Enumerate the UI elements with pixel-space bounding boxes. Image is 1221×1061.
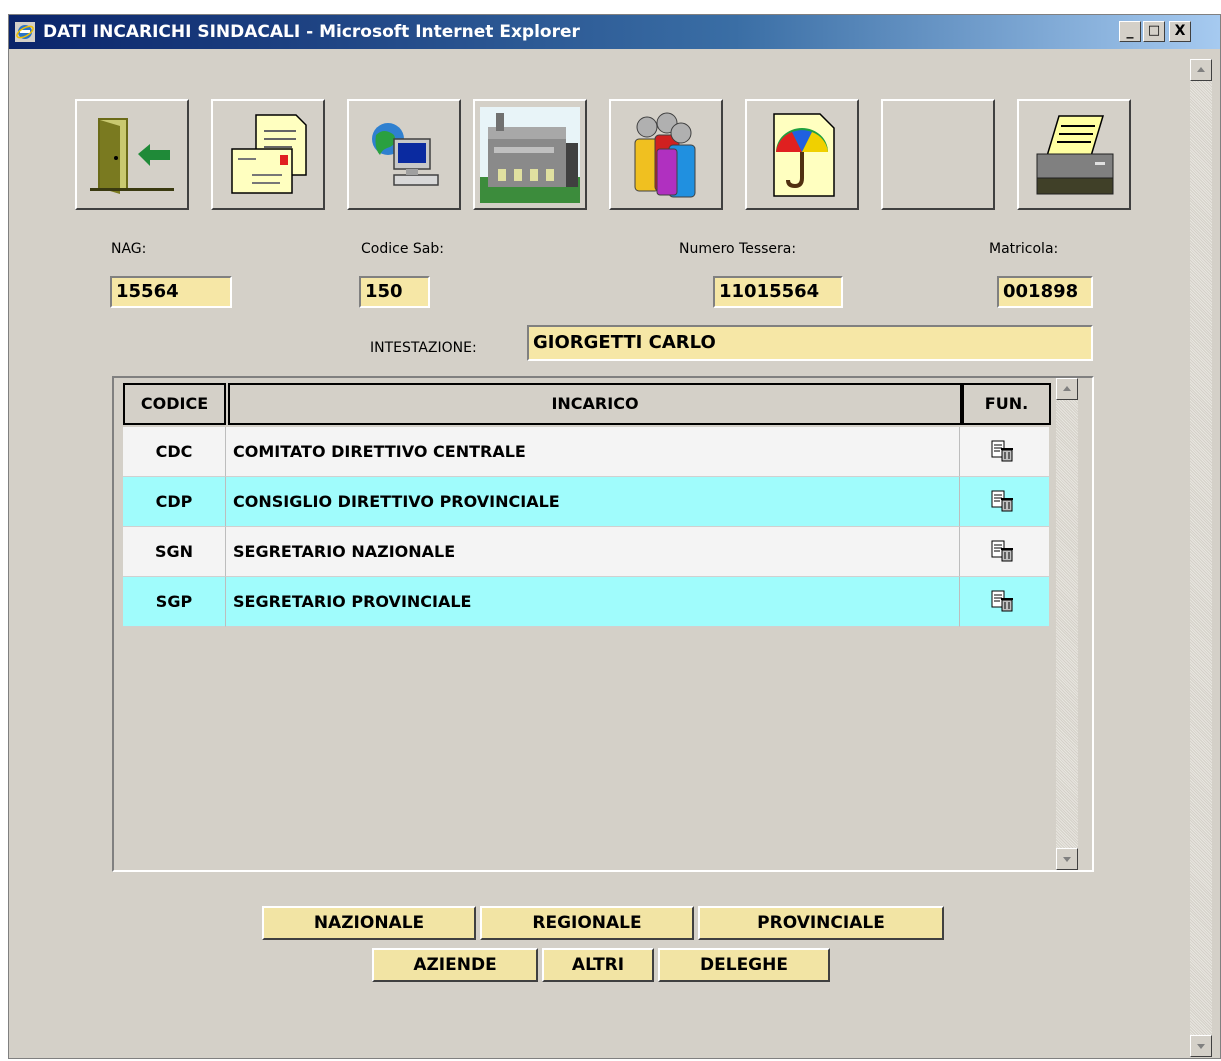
codice-cell: SGP xyxy=(123,577,226,627)
fun-cell xyxy=(960,577,1049,627)
delete-record-icon[interactable] xyxy=(991,440,1013,462)
window-title: DATI INCARICHI SINDACALI - Microsoft Int… xyxy=(43,22,580,42)
print-button[interactable] xyxy=(1017,99,1131,210)
nazionale-button[interactable]: NAZIONALE xyxy=(262,906,476,940)
fun-cell xyxy=(960,477,1049,527)
numero-tessera-field[interactable]: 11015564 xyxy=(713,276,843,308)
blank-button[interactable] xyxy=(881,99,995,210)
codice-cell: SGN xyxy=(123,527,226,577)
incarico-cell: CONSIGLIO DIRETTIVO PROVINCIALE xyxy=(226,477,960,527)
table-row[interactable]: SGP SEGRETARIO PROVINCIALE xyxy=(123,577,1049,627)
numero-tessera-label: Numero Tessera: xyxy=(679,241,797,257)
letter-button[interactable] xyxy=(211,99,325,210)
provinciale-button[interactable]: PROVINCIALE xyxy=(698,906,944,940)
table-row[interactable]: SGN SEGRETARIO NAZIONALE xyxy=(123,527,1049,577)
codice-cell: CDC xyxy=(123,427,226,477)
title-bar: DATI INCARICHI SINDACALI - Microsoft Int… xyxy=(9,15,1220,49)
fun-cell xyxy=(960,527,1049,577)
printer-icon xyxy=(1036,114,1114,194)
codice-sab-label: Codice Sab: xyxy=(361,241,444,257)
minimize-button[interactable]: _ xyxy=(1119,21,1141,42)
intestazione-field[interactable]: GIORGETTI CARLO xyxy=(527,325,1093,361)
table-row[interactable]: CDC COMITATO DIRETTIVO CENTRALE xyxy=(123,427,1049,477)
insurance-button[interactable] xyxy=(745,99,859,210)
codice-sab-field[interactable]: 150 xyxy=(359,276,430,308)
people-group-icon xyxy=(634,112,696,197)
codice-cell: CDP xyxy=(123,477,226,527)
exit-button[interactable] xyxy=(75,99,189,210)
umbrella-document-icon xyxy=(773,112,835,197)
network-computer-icon xyxy=(372,122,439,186)
delete-record-icon[interactable] xyxy=(991,490,1013,512)
matricola-label: Matricola: xyxy=(989,241,1059,257)
members-button[interactable] xyxy=(609,99,723,210)
column-header-incarico[interactable]: INCARICO xyxy=(228,383,962,425)
matricola-field[interactable]: 001898 xyxy=(997,276,1093,308)
incarichi-grid: CODICE INCARICO FUN. CDC COMITATO DIRETT… xyxy=(112,376,1094,872)
delete-record-icon[interactable] xyxy=(991,540,1013,562)
close-button[interactable]: X xyxy=(1169,21,1191,42)
incarico-cell: SEGRETARIO PROVINCIALE xyxy=(226,577,960,627)
regionale-button[interactable]: REGIONALE xyxy=(480,906,694,940)
incarico-cell: SEGRETARIO NAZIONALE xyxy=(226,527,960,577)
factory-building-icon xyxy=(480,106,580,203)
grid-scroll-up-button[interactable] xyxy=(1056,378,1078,400)
nag-label: NAG: xyxy=(111,241,147,257)
page-scrollbar[interactable] xyxy=(1190,59,1212,1057)
letter-envelope-icon xyxy=(231,113,307,194)
page-scroll-up-button[interactable] xyxy=(1190,59,1212,81)
network-button[interactable] xyxy=(347,99,461,210)
incarico-cell: COMITATO DIRETTIVO CENTRALE xyxy=(226,427,960,477)
ie-logo-icon xyxy=(15,22,35,42)
column-header-codice[interactable]: CODICE xyxy=(123,383,226,425)
table-row[interactable]: CDP CONSIGLIO DIRETTIVO PROVINCIALE xyxy=(123,477,1049,527)
intestazione-label: INTESTAZIONE: xyxy=(370,340,477,356)
delete-record-icon[interactable] xyxy=(991,590,1013,612)
company-button[interactable] xyxy=(473,99,587,210)
deleghe-button[interactable]: DELEGHE xyxy=(658,948,830,982)
altri-button[interactable]: ALTRI xyxy=(542,948,654,982)
nag-field[interactable]: 15564 xyxy=(110,276,232,308)
page-scroll-down-button[interactable] xyxy=(1190,1035,1212,1057)
fun-cell xyxy=(960,427,1049,477)
maximize-button[interactable]: □ xyxy=(1143,21,1165,42)
grid-scroll-down-button[interactable] xyxy=(1056,848,1078,870)
column-header-fun[interactable]: FUN. xyxy=(962,383,1051,425)
browser-window: DATI INCARICHI SINDACALI - Microsoft Int… xyxy=(8,14,1221,1059)
exit-door-icon xyxy=(90,117,174,194)
aziende-button[interactable]: AZIENDE xyxy=(372,948,538,982)
grid-scrollbar[interactable] xyxy=(1056,378,1078,870)
